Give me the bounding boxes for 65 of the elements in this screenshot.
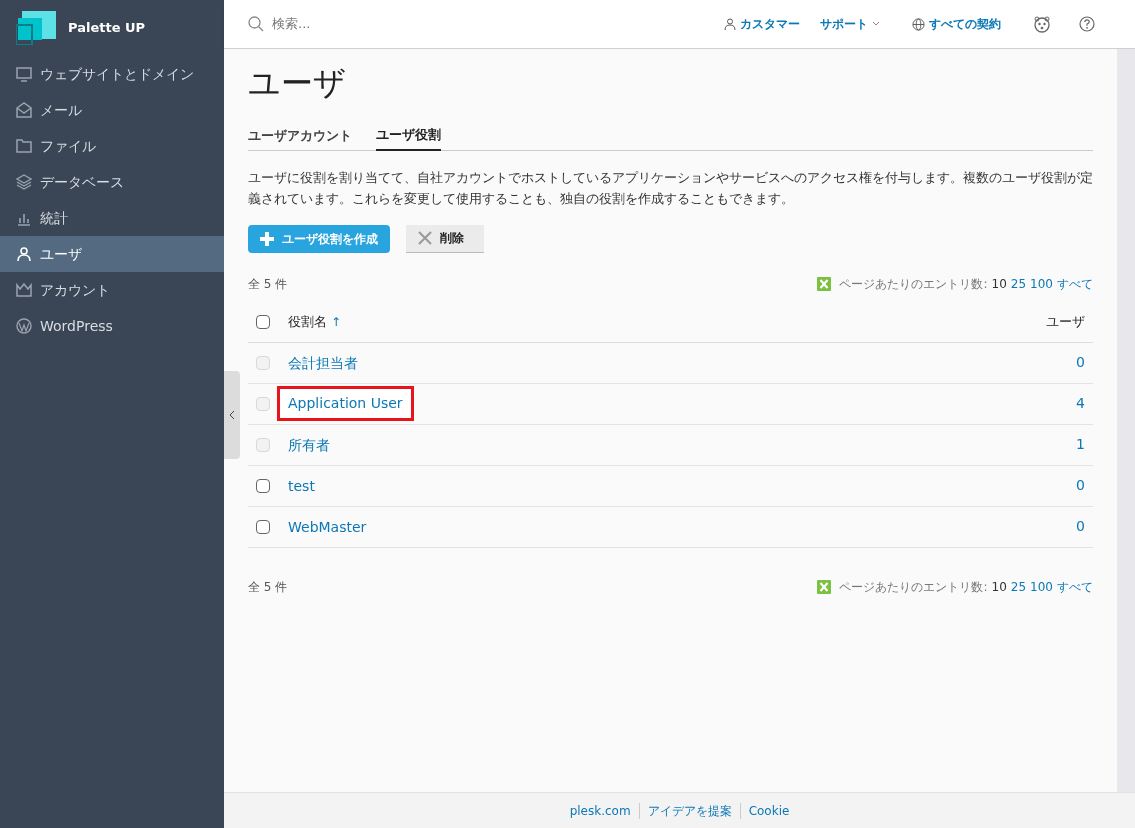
folder-icon bbox=[16, 138, 32, 154]
footer-link[interactable]: plesk.com bbox=[569, 801, 631, 820]
envelope-icon bbox=[16, 102, 32, 118]
subscriptions-link[interactable]: すべての契約 bbox=[912, 15, 1001, 33]
user-count-link[interactable]: 0 bbox=[1076, 475, 1093, 496]
sort-arrow[interactable]: ↑ bbox=[331, 313, 342, 331]
logo-icon bbox=[16, 11, 56, 45]
select-all-checkbox[interactable] bbox=[256, 315, 270, 329]
layers-icon bbox=[16, 174, 32, 190]
description-text: ユーザに役割を割り当てて、自社アカウントでホストしているアプリケーションやサービスへのアクセス権を付与します。複数のユーザ役割が定義されています。これらを変更して使用することも、独自の役割を作成することもできます。 bbox=[248, 168, 1093, 208]
per-page-option[interactable]: 100 bbox=[1030, 577, 1053, 596]
customer-menu[interactable]: カスタマー bbox=[724, 15, 800, 33]
sidebar-item[interactable]: 統計 bbox=[0, 200, 224, 236]
scrollbar[interactable] bbox=[1117, 49, 1135, 792]
per-page-option[interactable]: 100 bbox=[1030, 274, 1053, 293]
crown-icon bbox=[16, 282, 32, 298]
sidebar-item[interactable]: ユーザ bbox=[0, 236, 224, 272]
help-icon[interactable] bbox=[1079, 16, 1095, 32]
per-page-option[interactable]: すべて bbox=[1057, 577, 1093, 596]
per-page-label: ページあたりのエントリ数: bbox=[839, 275, 988, 293]
sidebar-item[interactable]: ファイル bbox=[0, 128, 224, 164]
per-page-option[interactable]: 10 bbox=[991, 577, 1007, 596]
page-title: ユーザ bbox=[248, 63, 347, 104]
column-header[interactable]: 役割名 bbox=[288, 312, 327, 332]
sidebar-item[interactable]: メール bbox=[0, 92, 224, 128]
sidebar-item[interactable]: データベース bbox=[0, 164, 224, 200]
per-page-option[interactable]: すべて bbox=[1057, 274, 1093, 293]
user-count-link[interactable]: 0 bbox=[1076, 516, 1093, 537]
total-count: 全 5 件 bbox=[248, 275, 288, 293]
user-icon bbox=[16, 246, 32, 262]
tab[interactable]: ユーザ役割 bbox=[376, 125, 441, 151]
role-name-link[interactable]: WebMaster bbox=[288, 518, 367, 535]
footer-link[interactable]: Cookie bbox=[748, 801, 790, 820]
globe-icon bbox=[912, 17, 925, 31]
per-page-option[interactable]: 25 bbox=[1010, 577, 1027, 596]
create-role-button[interactable]: ユーザ役割を作成 bbox=[248, 224, 390, 253]
plus-icon bbox=[260, 231, 274, 246]
collapse-sidebar-handle[interactable] bbox=[224, 371, 240, 459]
row-checkbox[interactable] bbox=[256, 519, 270, 534]
caret-icon bbox=[872, 21, 880, 27]
sidebar-item[interactable]: WordPress bbox=[0, 308, 224, 344]
sidebar-item[interactable]: アカウント bbox=[0, 272, 224, 308]
column-header: ユーザ bbox=[1046, 313, 1086, 332]
role-name-link[interactable]: test bbox=[288, 477, 315, 494]
tab[interactable]: ユーザアカウント bbox=[248, 125, 352, 150]
wordpress-icon bbox=[16, 318, 32, 334]
monitor-icon bbox=[16, 66, 32, 82]
user-icon bbox=[724, 18, 736, 30]
per-page-label: ページあたりのエントリ数: bbox=[839, 578, 988, 596]
delete-button[interactable]: 削除 bbox=[406, 224, 484, 253]
sidebar-item[interactable]: ウェブサイトとドメイン bbox=[0, 56, 224, 92]
brand-name: Palette UP bbox=[68, 19, 146, 38]
total-count: 全 5 件 bbox=[248, 578, 288, 596]
support-menu[interactable]: サポート bbox=[820, 15, 880, 33]
excel-icon[interactable] bbox=[817, 276, 832, 291]
chevron-left-icon bbox=[229, 410, 235, 420]
per-page-option[interactable]: 25 bbox=[1010, 274, 1027, 293]
close-icon bbox=[418, 231, 432, 245]
per-page-option[interactable]: 10 bbox=[991, 274, 1007, 293]
search-icon bbox=[248, 16, 264, 32]
footer-link[interactable]: アイデアを提案 bbox=[647, 801, 732, 820]
search-field[interactable]: 検索... bbox=[272, 14, 472, 34]
bear-icon[interactable] bbox=[1033, 15, 1051, 33]
excel-icon[interactable] bbox=[817, 579, 832, 594]
row-checkbox[interactable] bbox=[256, 478, 270, 493]
